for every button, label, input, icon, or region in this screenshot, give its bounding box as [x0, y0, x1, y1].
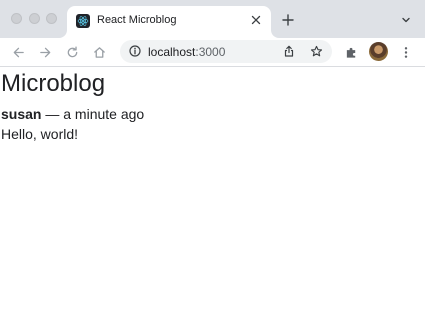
- page-content: Microblog susan — a minute ago Hello, wo…: [0, 67, 425, 318]
- post-timestamp: a minute ago: [63, 106, 145, 122]
- browser-toolbar: localhost:3000: [0, 38, 425, 67]
- tab-react-microblog[interactable]: React Microblog: [67, 6, 271, 38]
- post-body: Hello, world!: [1, 126, 79, 142]
- close-icon[interactable]: [248, 12, 264, 28]
- post-author[interactable]: susan: [1, 106, 41, 122]
- url-port: :3000: [195, 45, 226, 59]
- plus-icon[interactable]: [280, 12, 296, 28]
- reload-icon[interactable]: [64, 44, 80, 60]
- url-host: localhost: [148, 45, 196, 59]
- post-meta: susan — a minute ago: [1, 106, 144, 123]
- kebab-menu-icon[interactable]: [398, 44, 414, 60]
- arrow-right-icon[interactable]: [37, 44, 53, 60]
- avatar[interactable]: [369, 42, 388, 61]
- home-icon[interactable]: [91, 44, 107, 60]
- address-bar[interactable]: localhost:3000: [120, 40, 332, 63]
- window-close-button[interactable]: [11, 13, 22, 24]
- chevron-down-icon[interactable]: [399, 13, 413, 27]
- puzzle-icon[interactable]: [343, 44, 359, 60]
- star-icon[interactable]: [309, 44, 323, 58]
- page-title: Microblog: [1, 70, 106, 97]
- window-minimize-button[interactable]: [29, 13, 40, 24]
- tab-strip: React Microblog: [0, 0, 425, 38]
- share-icon[interactable]: [282, 44, 296, 58]
- window-zoom-button[interactable]: [46, 13, 57, 24]
- info-icon[interactable]: [128, 44, 142, 58]
- react-icon: [76, 14, 90, 28]
- url-text[interactable]: localhost:3000: [148, 45, 225, 59]
- arrow-left-icon[interactable]: [10, 44, 26, 60]
- tab-title: React Microblog: [97, 14, 177, 26]
- post-separator: —: [41, 106, 64, 122]
